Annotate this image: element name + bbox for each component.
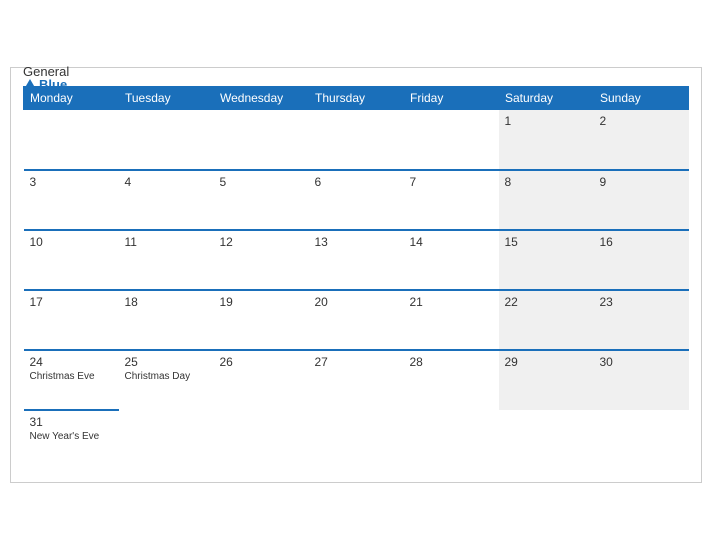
day-number: 14 [410, 235, 493, 249]
col-header-sunday: Sunday [594, 87, 689, 110]
calendar-cell: 1 [499, 110, 594, 170]
calendar-cell: 10 [24, 230, 119, 290]
calendar-cell: 23 [594, 290, 689, 350]
calendar-cell [404, 110, 499, 170]
calendar-cell: 21 [404, 290, 499, 350]
calendar-cell: 29 [499, 350, 594, 410]
day-number: 23 [600, 295, 683, 309]
event-label: New Year's Eve [30, 431, 113, 442]
calendar-cell: 6 [309, 170, 404, 230]
calendar-cell: 28 [404, 350, 499, 410]
calendar-cell: 3 [24, 170, 119, 230]
day-number: 5 [220, 175, 303, 189]
calendar-cell [119, 410, 214, 470]
col-header-tuesday: Tuesday [119, 87, 214, 110]
day-number: 6 [315, 175, 398, 189]
event-label: Christmas Day [125, 371, 208, 382]
day-number: 18 [125, 295, 208, 309]
day-number: 31 [30, 415, 113, 429]
logo: General Blue [23, 65, 69, 91]
calendar-cell: 9 [594, 170, 689, 230]
day-number: 12 [220, 235, 303, 249]
day-number: 16 [600, 235, 683, 249]
calendar-cell: 24 Christmas Eve [24, 350, 119, 410]
calendar-cell: 5 [214, 170, 309, 230]
col-header-friday: Friday [404, 87, 499, 110]
day-number: 3 [30, 175, 113, 189]
calendar-cell [119, 110, 214, 170]
calendar-cell [214, 110, 309, 170]
week-row-3: 10 11 12 13 14 15 16 [24, 230, 689, 290]
week-row-6: 31 New Year's Eve [24, 410, 689, 470]
calendar-cell: 13 [309, 230, 404, 290]
week-row-1: 12 [24, 110, 689, 170]
logo-triangle-icon [23, 79, 37, 91]
calendar-table: MondayTuesdayWednesdayThursdayFridaySatu… [23, 86, 689, 470]
calendar-cell [309, 110, 404, 170]
col-header-saturday: Saturday [499, 87, 594, 110]
calendar-cell: 7 [404, 170, 499, 230]
calendar-cell: 22 [499, 290, 594, 350]
calendar-cell: 16 [594, 230, 689, 290]
logo-blue-text: Blue [23, 78, 69, 91]
day-number: 24 [30, 355, 113, 369]
day-number: 2 [600, 114, 683, 128]
day-number: 22 [505, 295, 588, 309]
day-number: 7 [410, 175, 493, 189]
day-number: 9 [600, 175, 683, 189]
calendar-cell: 30 [594, 350, 689, 410]
day-number: 10 [30, 235, 113, 249]
day-number: 1 [505, 114, 588, 128]
day-number: 30 [600, 355, 683, 369]
calendar-cell [24, 110, 119, 170]
day-number: 21 [410, 295, 493, 309]
calendar-body: 123456789101112131415161718192021222324C… [24, 110, 689, 470]
day-number: 20 [315, 295, 398, 309]
calendar-cell [594, 410, 689, 470]
calendar-cell: 27 [309, 350, 404, 410]
calendar-cell: 15 [499, 230, 594, 290]
calendar-cell [499, 410, 594, 470]
day-number: 28 [410, 355, 493, 369]
day-number: 25 [125, 355, 208, 369]
calendar-cell: 20 [309, 290, 404, 350]
calendar-cell [404, 410, 499, 470]
day-number: 8 [505, 175, 588, 189]
day-number: 17 [30, 295, 113, 309]
week-row-2: 3456789 [24, 170, 689, 230]
calendar-cell [214, 410, 309, 470]
day-number: 4 [125, 175, 208, 189]
calendar-cell: 14 [404, 230, 499, 290]
col-header-wednesday: Wednesday [214, 87, 309, 110]
calendar-cell [309, 410, 404, 470]
calendar-cell: 8 [499, 170, 594, 230]
week-row-4: 17 18 19 20 21 22 23 [24, 290, 689, 350]
calendar-cell: 25 Christmas Day [119, 350, 214, 410]
days-header: MondayTuesdayWednesdayThursdayFridaySatu… [24, 87, 689, 110]
week-row-5: 24 Christmas Eve 25 Christmas Day 26 27 28 29 30 [24, 350, 689, 410]
calendar-cell: 19 [214, 290, 309, 350]
calendar-cell: 2 [594, 110, 689, 170]
day-number: 19 [220, 295, 303, 309]
calendar-cell: 17 [24, 290, 119, 350]
calendar-cell: 4 [119, 170, 214, 230]
calendar-cell: 18 [119, 290, 214, 350]
calendar-cell: 31 New Year's Eve [24, 410, 119, 470]
day-number: 27 [315, 355, 398, 369]
calendar-cell: 12 [214, 230, 309, 290]
day-number: 29 [505, 355, 588, 369]
day-number: 26 [220, 355, 303, 369]
day-number: 15 [505, 235, 588, 249]
col-header-thursday: Thursday [309, 87, 404, 110]
calendar-cell: 26 [214, 350, 309, 410]
calendar-cell: 11 [119, 230, 214, 290]
event-label: Christmas Eve [30, 371, 113, 382]
day-number: 13 [315, 235, 398, 249]
day-number: 11 [125, 235, 208, 249]
calendar-header-row: MondayTuesdayWednesdayThursdayFridaySatu… [24, 87, 689, 110]
calendar-container: General Blue MondayTuesdayWednesdayThurs… [10, 67, 702, 483]
